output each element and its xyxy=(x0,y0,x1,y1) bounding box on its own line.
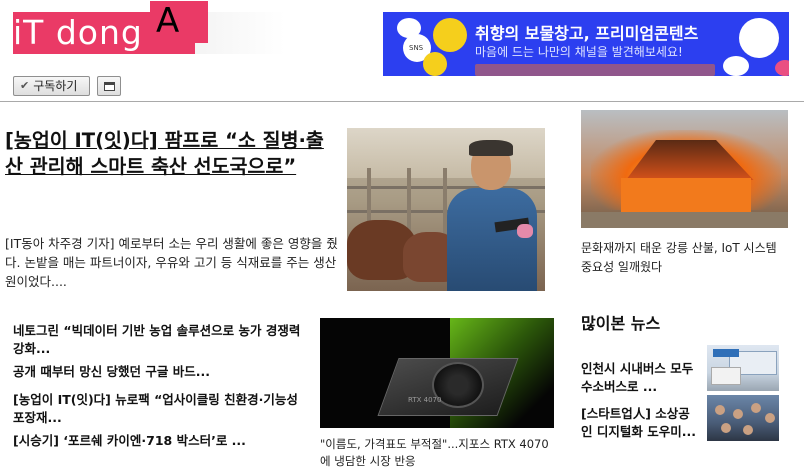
farmer-glove xyxy=(517,224,533,238)
ad-decoration xyxy=(739,18,779,58)
farmer-body xyxy=(447,188,537,291)
window-icon xyxy=(103,81,115,91)
ad-subline: 마음에 드는 나만의 채널을 발견해보세요! xyxy=(475,45,683,59)
story-link[interactable]: 네토그린 “빅데이터 기반 농업 솔루션으로 농가 경쟁력 강화... xyxy=(13,322,303,358)
burning-wall xyxy=(621,178,751,214)
person-shape xyxy=(715,405,725,415)
popular-news-title: 많이본 뉴스 xyxy=(581,314,661,333)
logo-accent-letter: A xyxy=(156,1,180,41)
gpu-label: RTX 4070 xyxy=(408,396,442,404)
popular-item-link[interactable]: [스타트업人] 소상공인 디지털화 도우미... xyxy=(581,405,701,441)
main-story-photo[interactable] xyxy=(347,128,545,291)
gpu-story-link[interactable]: "이름도, 가격표도 부적절"...지포스 RTX 4070에 냉담한 시장 반… xyxy=(320,436,554,470)
fire-story-link[interactable]: 문화재까지 태운 강릉 산불, IoT 시스템 중요성 일깨웠다 xyxy=(581,239,791,277)
person-shape xyxy=(765,413,775,423)
header-divider xyxy=(0,101,804,102)
story-list: 네토그린 “빅데이터 기반 농업 솔루션으로 농가 경쟁력 강화... 공개 때… xyxy=(13,322,303,455)
story-link[interactable]: [시승기] ‘포르쉐 카이엔·718 박스터’로 ... xyxy=(13,432,303,450)
fire-story-photo[interactable] xyxy=(581,110,788,228)
ad-decoration xyxy=(775,60,789,76)
story-link[interactable]: [농업이 IT(잇)다] 뉴로팩 “업사이클링 친환경·기능성 포장재... xyxy=(13,391,303,427)
ad-decoration xyxy=(723,56,749,76)
gpu-story-photo[interactable]: RTX 4070 xyxy=(320,318,554,428)
main-summary: [IT동아 차주경 기자] 예로부터 소는 우리 생활에 좋은 영향을 줬다. … xyxy=(5,236,338,289)
ad-badge-text: SNS xyxy=(409,44,424,52)
main-headline-link[interactable]: [농업이 IT(잇)다] 팜프로 “소 질병·출산 관리해 스마트 축산 선도국… xyxy=(5,128,341,180)
logo-fade xyxy=(195,12,285,54)
window-button[interactable] xyxy=(97,76,121,96)
popular-item-link[interactable]: 인천시 시내버스 모두 수소버스로 ... xyxy=(581,360,701,396)
top-banner-ad[interactable]: SNS 취향의 보물창고, 프리미엄콘텐츠 마음에 드는 나만의 채널을 발견해… xyxy=(383,12,789,76)
person-shape xyxy=(743,425,753,435)
ad-decoration xyxy=(423,52,447,76)
bus-shape xyxy=(711,367,741,385)
subscribe-label: 구독하기 xyxy=(33,79,78,93)
ground xyxy=(581,212,788,228)
check-icon: ✔ xyxy=(20,79,30,92)
logo-text: iT dong xyxy=(13,13,143,52)
person-shape xyxy=(751,403,761,413)
farmer-hair xyxy=(469,140,513,156)
ad-decoration xyxy=(433,18,467,52)
ad-headline: 취향의 보물창고, 프리미엄콘텐츠 xyxy=(475,24,699,43)
popular-item-thumbnail[interactable] xyxy=(707,395,779,441)
person-shape xyxy=(721,423,731,433)
station-sign xyxy=(713,349,739,357)
story-link[interactable]: 공개 때부터 망신 당했던 구글 바드... xyxy=(13,363,303,381)
popular-item-thumbnail[interactable] xyxy=(707,345,779,391)
ad-cutoff-line xyxy=(475,64,715,76)
person-shape xyxy=(733,409,743,419)
subscribe-button[interactable]: ✔ 구독하기 xyxy=(13,76,90,96)
